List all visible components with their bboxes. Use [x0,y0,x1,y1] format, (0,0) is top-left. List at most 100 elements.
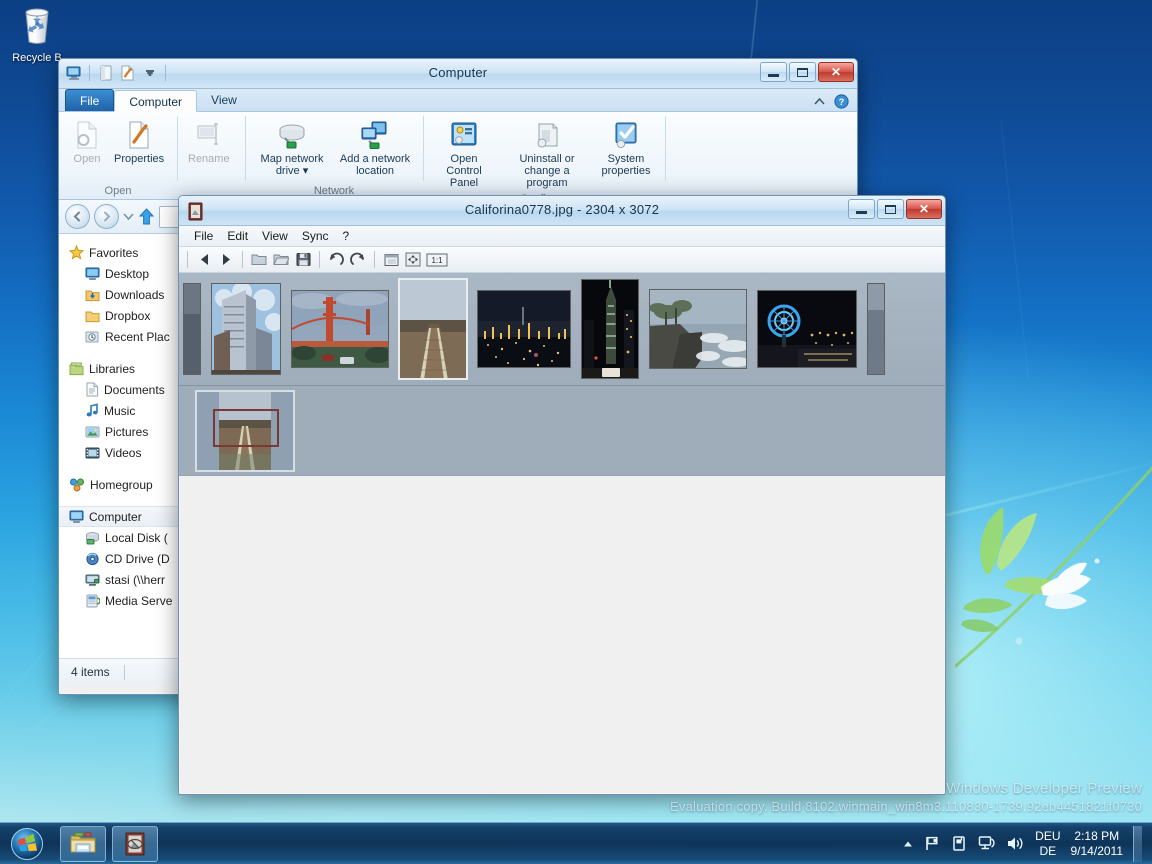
thumb-cypress-coast[interactable] [649,289,747,369]
ribbon-button-rename[interactable]: Rename [183,117,235,167]
viewer-toolbar[interactable]: 1:1 [179,247,945,273]
thumb-ferris-wheel-night[interactable] [757,290,857,368]
taskbar-image-viewer[interactable] [112,825,158,862]
language-line-2: DE [1039,843,1057,858]
collapse-ribbon-icon[interactable] [813,96,826,107]
thumb-golden-gate-bridge[interactable] [291,290,389,368]
recent-pages-icon[interactable] [123,212,134,221]
open-folder-button[interactable] [249,250,269,270]
tab-computer[interactable]: Computer [114,90,198,112]
ribbon-button-open-control-panel[interactable]: Open Control Panel [429,117,499,191]
menu-file[interactable]: File [187,226,220,246]
menu-sync[interactable]: Sync [295,226,336,246]
thumb-tower-night[interactable] [581,279,639,379]
minimize-icon [856,210,867,214]
viewer-minimize-button[interactable] [848,199,875,219]
ribbon-group-configure: Open Control Panel Uninstall or change a… [423,112,665,205]
filmstrip[interactable] [179,273,945,386]
desktop-icon-recycle-bin[interactable]: Recycle B [6,4,68,64]
thumb-city-lights-night[interactable] [477,290,571,368]
sidebar-item-label: Downloads [105,287,165,302]
help-icon[interactable]: ? [834,94,849,109]
viewer-window-buttons[interactable]: ✕ [848,199,942,219]
sidebar-item-label: Favorites [89,245,139,260]
ribbon-button-properties[interactable]: Properties [109,117,169,167]
show-desktop-button[interactable] [1133,825,1142,862]
fullscreen-button[interactable] [381,250,401,270]
thumb-boardwalk[interactable] [398,278,468,380]
sidebar-item-label: CD Drive (D [105,551,170,566]
removable-media-button[interactable] [951,835,968,852]
language-line-1: DEU [1035,828,1061,843]
previous-image-button[interactable] [194,250,214,270]
computer-icon [69,510,84,523]
ribbon-button-map-network-drive[interactable]: Map network drive ▾ [251,117,333,179]
fit-to-window-button[interactable] [403,250,423,270]
menu-help[interactable]: ? [336,226,357,246]
viewer-maximize-button[interactable] [877,199,904,219]
action-center-button[interactable] [924,835,941,852]
floppy-disk-icon [296,253,310,266]
forward-button[interactable] [94,204,119,229]
explorer-window-buttons[interactable]: ✕ [760,62,854,82]
desktop-icon [85,267,100,280]
system-tray[interactable]: DEU DE 2:18 PM 9/14/2011 [902,823,1152,864]
navigator-viewport-rect[interactable] [213,408,279,447]
explorer-titlebar[interactable]: Computer ✕ [59,59,857,89]
explorer-close-button[interactable]: ✕ [818,62,854,82]
rotate-right-button[interactable] [348,250,368,270]
next-image-button[interactable] [216,250,236,270]
menu-view[interactable]: View [255,226,295,246]
recycle-bin-icon [25,8,49,44]
libraries-icon [69,362,84,375]
toolbar-separator [374,251,375,268]
actual-size-button[interactable]: 1:1 [425,250,449,270]
open-icon [74,119,100,151]
viewer-titlebar[interactable]: Califorina0778.jpg - 2304 x 3072 ✕ [179,196,945,226]
ribbon-button-open[interactable]: Open [65,117,109,167]
close-icon: ✕ [918,202,930,216]
minimize-icon [768,73,779,77]
clock[interactable]: 2:18 PM 9/14/2011 [1071,829,1124,859]
explorer-maximize-button[interactable] [789,62,816,82]
ribbon-button-add-network-location[interactable]: Add a network location [333,117,417,179]
thumb-partial-left[interactable] [183,283,201,375]
up-icon[interactable] [138,207,155,227]
ribbon-button-uninstall-program[interactable]: Uninstall or change a program [499,117,595,191]
pictures-icon [85,426,100,437]
back-button[interactable] [65,204,90,229]
viewer-close-button[interactable]: ✕ [906,199,942,219]
explorer-minimize-button[interactable] [760,62,787,82]
start-button[interactable] [0,824,54,864]
show-hidden-icons-button[interactable] [902,839,914,849]
ribbon-button-label: Open Control Panel [446,153,482,189]
ribbon-tab-strip[interactable]: File Computer View ? [59,89,857,112]
window-image-viewer[interactable]: Califorina0778.jpg - 2304 x 3072 ✕ File … [178,195,946,795]
taskbar[interactable]: DEU DE 2:18 PM 9/14/2011 [0,822,1152,864]
toolbar-separator [319,251,320,268]
viewer-menu-bar[interactable]: File Edit View Sync ? [179,226,945,247]
ribbon-right-controls[interactable]: ? [813,94,857,111]
tab-view[interactable]: View [197,89,251,111]
sidebar-item-label: Music [104,403,136,418]
ribbon-button-system-properties[interactable]: System properties [595,117,657,179]
ribbon-button-label: System properties [601,153,651,177]
thumb-skyscraper[interactable] [211,283,281,375]
local-disk-icon [86,531,99,544]
tab-file[interactable]: File [65,89,115,111]
navigator-preview[interactable] [195,389,295,472]
save-button[interactable] [293,250,313,270]
ribbon-group-label: Open [104,185,132,197]
folder-icon [85,311,100,322]
menu-edit[interactable]: Edit [220,226,255,246]
thumb-partial-right[interactable] [867,283,885,375]
removable-media-icon [953,836,965,851]
toolbar-separator [242,251,243,268]
rotate-left-button[interactable] [326,250,346,270]
language-indicator[interactable]: DEU DE [1035,829,1060,859]
taskbar-file-explorer[interactable] [60,825,106,862]
network-button[interactable] [978,835,996,852]
ribbon[interactable]: Open Properties Open Rename Map network … [59,112,857,205]
volume-button[interactable] [1006,835,1025,852]
open-recent-button[interactable] [271,250,291,270]
